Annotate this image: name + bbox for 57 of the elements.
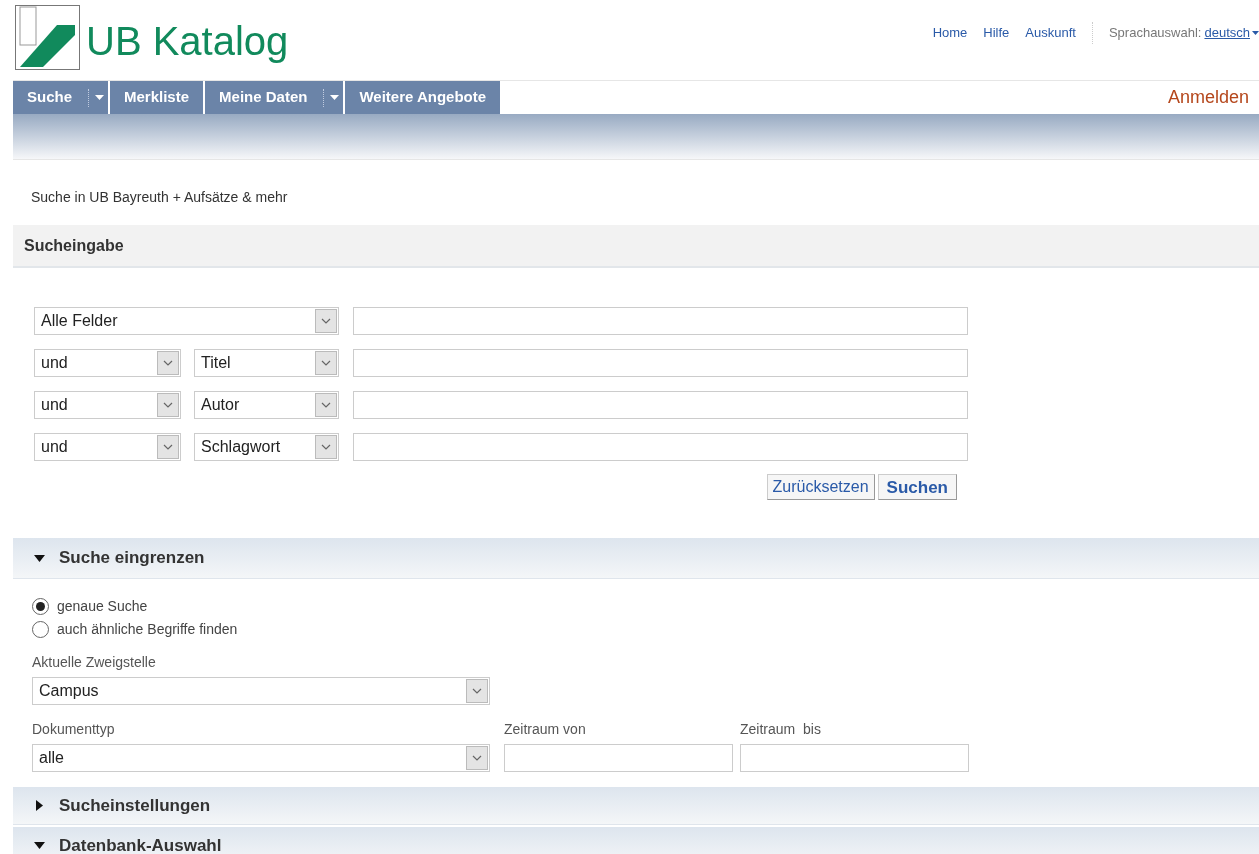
logo-title: UB Katalog [86,20,289,61]
dropdown[interactable]: Autor [194,391,339,419]
radio-button[interactable] [32,621,49,638]
language-label: Sprachauswahl: [1108,24,1202,43]
dropdown[interactable]: Titel [194,349,339,377]
reset-button[interactable]: Zurücksetzen [766,474,875,500]
collapse-icon[interactable] [33,842,45,849]
radio-button[interactable] [32,598,49,615]
input-field[interactable] [740,744,969,772]
input-field[interactable] [353,433,968,461]
top-link[interactable]: Hilfe [983,23,1010,43]
chevron-down-icon[interactable] [157,435,179,459]
field-label: Zeitraum bis [740,720,822,739]
chevron-down-icon[interactable] [315,393,337,417]
panel-header[interactable]: Datenbank-Auswahl [13,827,1259,854]
nav-tab[interactable]: Suche [13,81,108,114]
top-link[interactable]: Auskunft [1025,23,1076,43]
input-field[interactable] [353,307,968,335]
chevron-down-icon[interactable] [315,435,337,459]
dropdown[interactable]: und [34,391,181,419]
field-label: Aktuelle Zweigstelle [32,653,157,672]
search-button[interactable]: Suchen [877,474,957,500]
language-link[interactable]: deutsch [1204,23,1259,43]
input-field[interactable] [504,744,733,772]
collapse-icon[interactable] [33,554,45,562]
chevron-down-icon[interactable] [315,309,337,333]
panel-header[interactable]: Suche eingrenzen [13,538,1259,579]
radio-label: genaue Suche [57,597,148,616]
field-label: Zeitraum von [504,720,587,739]
section-header: Sucheingabe [13,225,1259,268]
login-link[interactable]: Anmelden [1167,84,1249,111]
dropdown[interactable]: und [34,349,181,377]
caret-icon [95,95,104,100]
logo-icon [15,5,80,70]
panel-header[interactable]: Sucheinstellungen [13,787,1259,825]
expand-icon[interactable] [33,800,45,811]
radio-label: auch ähnliche Begriffe finden [57,620,238,639]
top-link[interactable]: Home [932,23,968,43]
nav-tab[interactable]: Merkliste [110,81,204,114]
scope-text: Suche in UB Bayreuth + Aufsätze & mehr [31,188,289,207]
chevron-down-icon[interactable] [466,746,488,770]
nav-tab[interactable]: Weitere Angebote [345,81,501,114]
input-field[interactable] [353,391,968,419]
chevron-down-icon[interactable] [466,679,488,703]
caret-icon [330,95,340,100]
field-label: Dokumenttyp [32,720,116,739]
chevron-down-icon[interactable] [157,393,179,417]
chevron-down-icon[interactable] [157,351,179,375]
dropdown[interactable]: Alle Felder [34,307,339,335]
caret-icon [1252,31,1259,35]
input-field[interactable] [353,349,968,377]
nav-tab[interactable]: Meine Daten [205,81,344,114]
dropdown[interactable]: und [34,433,181,461]
chevron-down-icon[interactable] [315,351,337,375]
dropdown[interactable]: alle [32,744,490,772]
dropdown[interactable]: Campus [32,677,490,705]
dropdown[interactable]: Schlagwort [194,433,339,461]
